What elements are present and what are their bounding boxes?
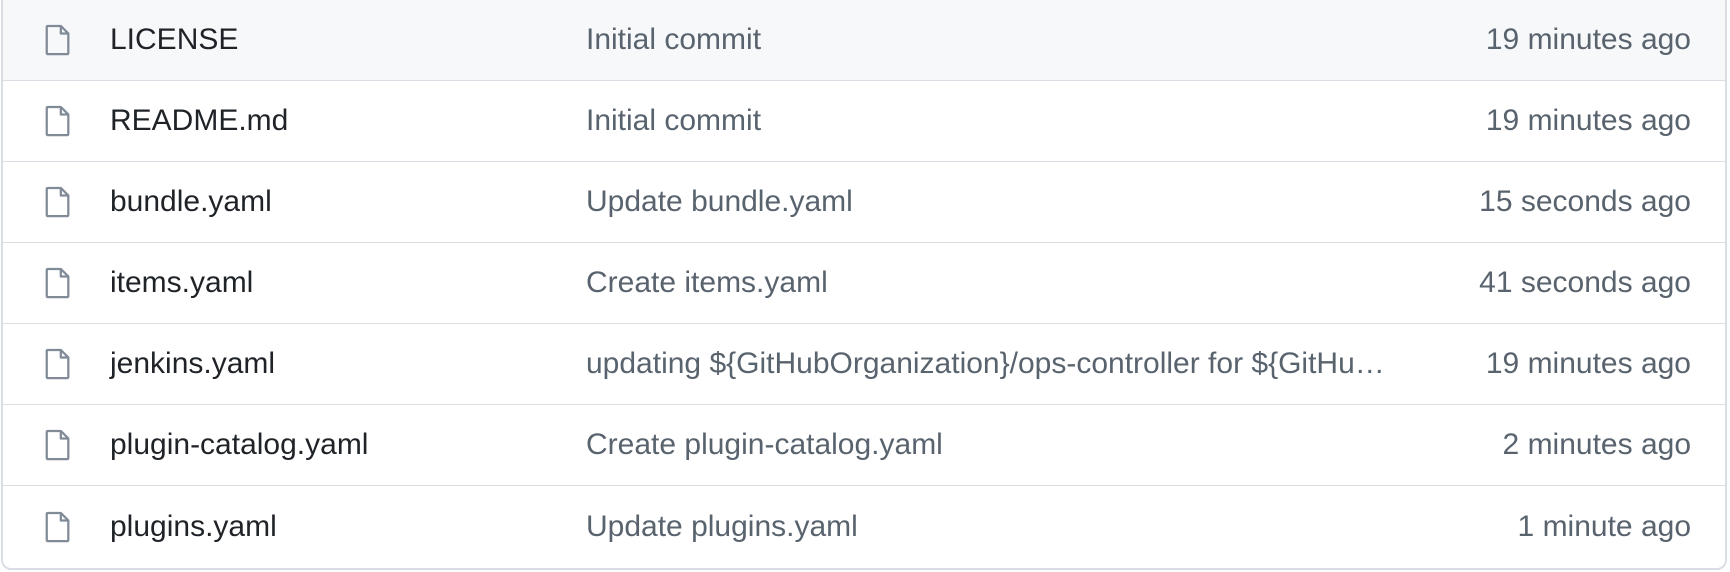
commit-message-link[interactable]: Update bundle.yaml <box>586 185 1439 219</box>
file-row[interactable]: plugin-catalog.yaml Create plugin-catalo… <box>3 405 1725 486</box>
file-name-link[interactable]: bundle.yaml <box>110 185 272 219</box>
commit-time: 19 minutes ago <box>1485 23 1691 56</box>
commit-time: 19 minutes ago <box>1485 104 1691 137</box>
commit-message-link[interactable]: Initial commit <box>586 104 1439 138</box>
commit-message-link[interactable]: Update plugins.yaml <box>586 510 1439 544</box>
file-row[interactable]: plugins.yaml Update plugins.yaml 1 minut… <box>3 486 1725 567</box>
file-icon <box>45 105 70 137</box>
file-icon <box>45 348 70 380</box>
file-name-link[interactable]: jenkins.yaml <box>110 347 275 381</box>
file-icon <box>45 267 70 299</box>
commit-time: 15 seconds ago <box>1479 185 1691 218</box>
file-row[interactable]: items.yaml Create items.yaml 41 seconds … <box>3 243 1725 324</box>
file-icon <box>45 186 70 218</box>
file-name-link[interactable]: README.md <box>110 104 288 138</box>
commit-message-link[interactable]: updating ${GitHubOrganization}/ops-contr… <box>586 347 1439 381</box>
commit-time: 2 minutes ago <box>1502 428 1691 461</box>
commit-message-link[interactable]: Create plugin-catalog.yaml <box>586 428 1439 462</box>
commit-time: 19 minutes ago <box>1485 347 1691 380</box>
file-row[interactable]: bundle.yaml Update bundle.yaml 15 second… <box>3 162 1725 243</box>
file-row[interactable]: jenkins.yaml updating ${GitHubOrganizati… <box>3 324 1725 405</box>
file-name-link[interactable]: plugins.yaml <box>110 510 277 544</box>
file-row[interactable]: README.md Initial commit 19 minutes ago <box>3 81 1725 162</box>
file-icon <box>45 429 70 461</box>
commit-time: 1 minute ago <box>1517 509 1691 543</box>
commit-time: 41 seconds ago <box>1479 266 1691 299</box>
file-icon <box>45 24 70 56</box>
commit-message-link[interactable]: Initial commit <box>586 23 1439 57</box>
file-name-link[interactable]: LICENSE <box>110 23 238 57</box>
file-list: LICENSE Initial commit 19 minutes ago RE… <box>1 0 1727 570</box>
file-icon <box>45 511 70 542</box>
file-name-link[interactable]: items.yaml <box>110 266 253 300</box>
file-name-link[interactable]: plugin-catalog.yaml <box>110 428 368 462</box>
commit-message-link[interactable]: Create items.yaml <box>586 266 1439 300</box>
file-row[interactable]: LICENSE Initial commit 19 minutes ago <box>3 0 1725 81</box>
